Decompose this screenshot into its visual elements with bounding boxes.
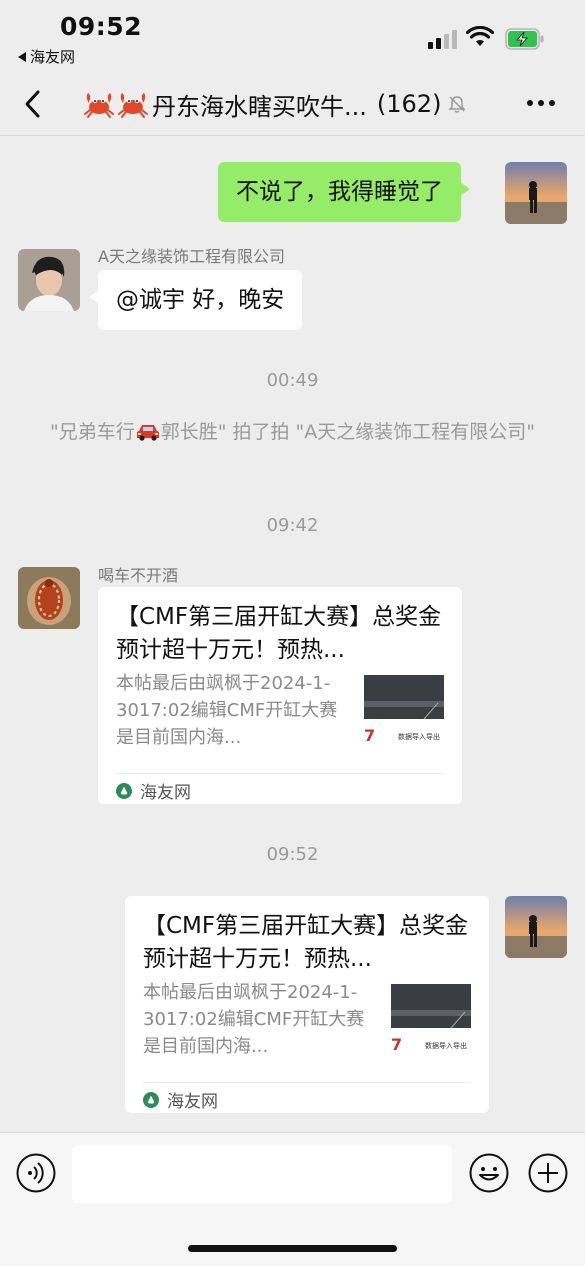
back-triangle-icon — [18, 51, 26, 62]
card-title: 【CMF第三届开缸大赛】总奖金预计超十万元！预热... — [143, 913, 469, 972]
card-divider — [116, 773, 444, 774]
svg-text:7: 7 — [364, 726, 375, 745]
message-text: 不说了，我得睡觉了 — [236, 179, 443, 205]
back-to-app-link[interactable]: 海友网 — [18, 46, 75, 67]
sender-avatar[interactable] — [18, 249, 80, 311]
member-count: (162) — [376, 90, 442, 118]
my-avatar[interactable] — [505, 162, 567, 224]
avatar-photo-icon — [18, 249, 80, 311]
link-card[interactable]: 【CMF第三届开缸大赛】总奖金预计超十万元！预热... 本帖最后由飒枫于2024… — [98, 587, 462, 804]
my-message-bubble[interactable]: 不说了，我得睡觉了 — [218, 162, 470, 222]
card-source-label: 海友网 — [167, 1092, 218, 1112]
home-indicator[interactable] — [188, 1245, 397, 1252]
card-source: 海友网 — [116, 778, 191, 803]
haiyou-logo-icon — [116, 782, 132, 799]
svg-text:数据导入导出: 数据导入导出 — [398, 732, 440, 741]
avatar-photo-icon — [505, 162, 567, 224]
plus-icon[interactable] — [528, 1153, 568, 1193]
card-description: 本帖最后由飒枫于2024-1-3017:02编辑CMF开缸大赛是目前国内海... — [116, 673, 338, 748]
system-text-before: "兄弟车行 — [49, 421, 135, 443]
sender-name: 喝车不开酒 — [98, 566, 179, 585]
chat-title-text: 丹东海水瞎买吹牛... — [152, 92, 367, 121]
haiyou-logo-icon — [143, 1091, 159, 1108]
link-card[interactable]: 【CMF第三届开缸大赛】总奖金预计超十万元！预热... 本帖最后由飒枫于2024… — [125, 896, 489, 1113]
voice-icon[interactable] — [16, 1153, 56, 1193]
cellular-signal-icon — [428, 30, 457, 49]
message-input[interactable] — [72, 1145, 452, 1203]
pat-system-message: "兄弟车行 郭长胜" 拍了拍 "A天之缘装饰工程有限公司" — [40, 419, 545, 445]
card-source: 海友网 — [143, 1087, 218, 1112]
card-thumbnail: 7 数据导入导出 — [391, 984, 471, 1060]
back-app-label: 海友网 — [30, 48, 76, 66]
timestamp: 09:42 — [266, 515, 319, 536]
card-source-label: 海友网 — [140, 783, 191, 803]
chat-title[interactable]: 丹东海水瞎买吹牛... (162) — [84, 86, 467, 122]
car-icon — [136, 425, 159, 441]
card-description: 本帖最后由飒枫于2024-1-3017:02编辑CMF开缸大赛是目前国内海... — [143, 982, 365, 1057]
battery-charging-icon — [505, 28, 544, 50]
crab-icon — [118, 93, 148, 118]
status-bar: 09:52 海友网 — [0, 0, 585, 70]
svg-text:数据导入导出: 数据导入导出 — [425, 1041, 467, 1050]
status-time: 09:52 — [60, 12, 143, 41]
message-text: @诚宇 好，晚安 — [116, 287, 285, 313]
avatar-photo-icon — [18, 567, 80, 629]
back-chevron-icon[interactable] — [18, 88, 50, 120]
card-title: 【CMF第三届开缸大赛】总奖金预计超十万元！预热... — [116, 604, 442, 663]
emoji-icon[interactable] — [469, 1153, 509, 1193]
crab-icon — [84, 93, 114, 118]
sender-name: A天之缘装饰工程有限公司 — [98, 247, 285, 266]
my-avatar[interactable] — [505, 896, 567, 958]
avatar-photo-icon — [505, 896, 567, 958]
sender-avatar[interactable] — [18, 567, 80, 629]
svg-text:7: 7 — [391, 1035, 402, 1054]
chat-header: 丹东海水瞎买吹牛... (162) — [0, 72, 585, 136]
wifi-icon — [466, 26, 494, 46]
more-dots-icon[interactable] — [527, 100, 555, 106]
other-message-bubble[interactable]: @诚宇 好，晚安 — [88, 270, 303, 330]
card-thumbnail: 7 数据导入导出 — [364, 675, 444, 751]
timestamp: 09:52 — [266, 844, 319, 865]
timestamp: 00:49 — [266, 370, 319, 391]
system-text-after: 郭长胜" 拍了拍 "A天之缘装饰工程有限公司" — [160, 421, 536, 443]
card-divider — [143, 1082, 471, 1083]
mute-bell-icon — [448, 96, 467, 113]
